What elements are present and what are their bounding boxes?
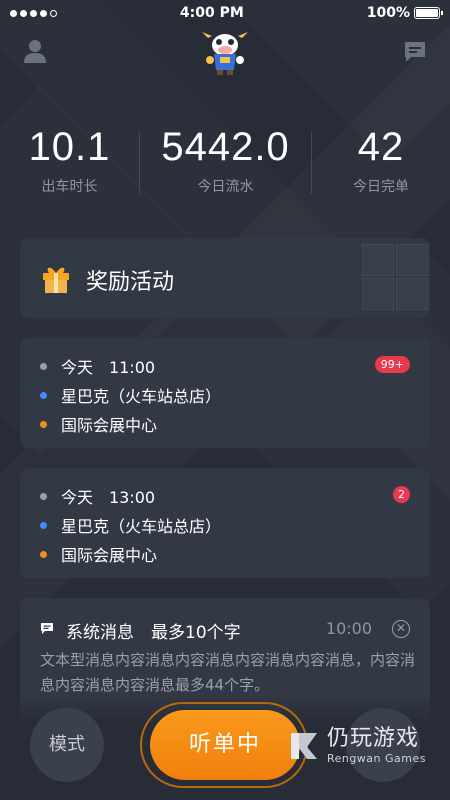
stat-value: 5442.0	[161, 125, 290, 169]
notification-badge: 99+	[374, 356, 410, 373]
clock-icon	[40, 492, 47, 500]
stat-value: 10.1	[28, 125, 111, 169]
status-time: 4:00 PM	[179, 5, 244, 21]
order-origin: 星巴克（火车站总店）	[61, 517, 222, 536]
order-time-row: 今天 11:00	[40, 354, 155, 378]
system-message-title: 系统消息 最多10个字	[66, 623, 241, 643]
destination-dot-icon	[40, 420, 47, 428]
stat-value: 42	[357, 125, 405, 169]
reward-activity-card[interactable]: 奖励活动	[20, 238, 430, 318]
stat-driving-hours: 10.1 出车时长	[0, 124, 139, 204]
order-origin-row: 星巴克（火车站总店）	[40, 383, 221, 407]
stat-label: 今日完单	[353, 179, 409, 195]
decoration-pattern	[350, 238, 430, 318]
order-origin-row: 星巴克（火车站总店）	[40, 513, 221, 537]
stat-label: 今日流水	[197, 179, 254, 195]
stat-label: 出车时长	[41, 179, 98, 195]
notification-badge: 2	[393, 486, 410, 503]
order-destination-row: 国际会展中心	[40, 542, 157, 566]
stat-completed-orders: 42 今日完单	[312, 124, 450, 204]
order-destination-row: 国际会展中心	[40, 412, 157, 436]
mode-button[interactable]: 模式	[30, 708, 104, 782]
order-origin: 星巴克（火车站总店）	[61, 387, 222, 406]
system-message-time: 10:00	[325, 619, 372, 638]
status-bar: 4:00 PM 100%	[0, 0, 450, 26]
order-time: 今天 13:00	[61, 488, 156, 507]
stats-panel: 10.1 出车时长 5442.0 今日流水 42 今日完单	[0, 124, 450, 204]
order-card[interactable]: 今天 13:00 2 星巴克（火车站总店） 国际会展中心	[20, 468, 430, 578]
watermark-en: Rengwan Games	[326, 752, 426, 765]
listen-orders-button[interactable]: 听单中	[150, 710, 300, 780]
signal-strength-icon	[10, 9, 57, 17]
bottom-action-bar: 模式 听单中 仍玩游戏 Rengwan Games	[0, 696, 450, 800]
order-time: 今天 11:00	[61, 358, 156, 377]
origin-dot-icon	[40, 521, 47, 529]
watermark-cn: 仍玩游戏	[326, 726, 419, 751]
top-header	[0, 28, 450, 78]
mascot-logo[interactable]	[200, 28, 250, 76]
clock-icon	[40, 362, 47, 370]
battery-percent: 100%	[366, 5, 410, 21]
order-time-row: 今天 13:00	[40, 484, 155, 508]
gift-icon	[43, 267, 69, 293]
order-destination: 国际会展中心	[61, 416, 158, 435]
system-message-body: 文本型消息内容消息内容消息内容消息内容消息，内容消息内容消息内容消息最多44个字…	[40, 651, 416, 694]
close-icon[interactable]: ✕	[392, 620, 410, 638]
user-icon[interactable]	[22, 38, 48, 64]
order-destination: 国际会展中心	[61, 546, 158, 565]
origin-dot-icon	[40, 391, 47, 399]
message-icon[interactable]	[402, 38, 428, 64]
destination-dot-icon	[40, 550, 47, 558]
message-icon	[41, 623, 53, 634]
battery-icon	[414, 7, 443, 19]
watermark: 仍玩游戏 Rengwan Games	[287, 726, 426, 765]
rengwan-logo-icon	[290, 732, 317, 759]
order-card[interactable]: 今天 11:00 99+ 星巴克（火车站总店） 国际会展中心	[20, 338, 430, 448]
stat-daily-earnings: 5442.0 今日流水	[140, 124, 311, 204]
reward-title: 奖励活动	[86, 270, 175, 295]
